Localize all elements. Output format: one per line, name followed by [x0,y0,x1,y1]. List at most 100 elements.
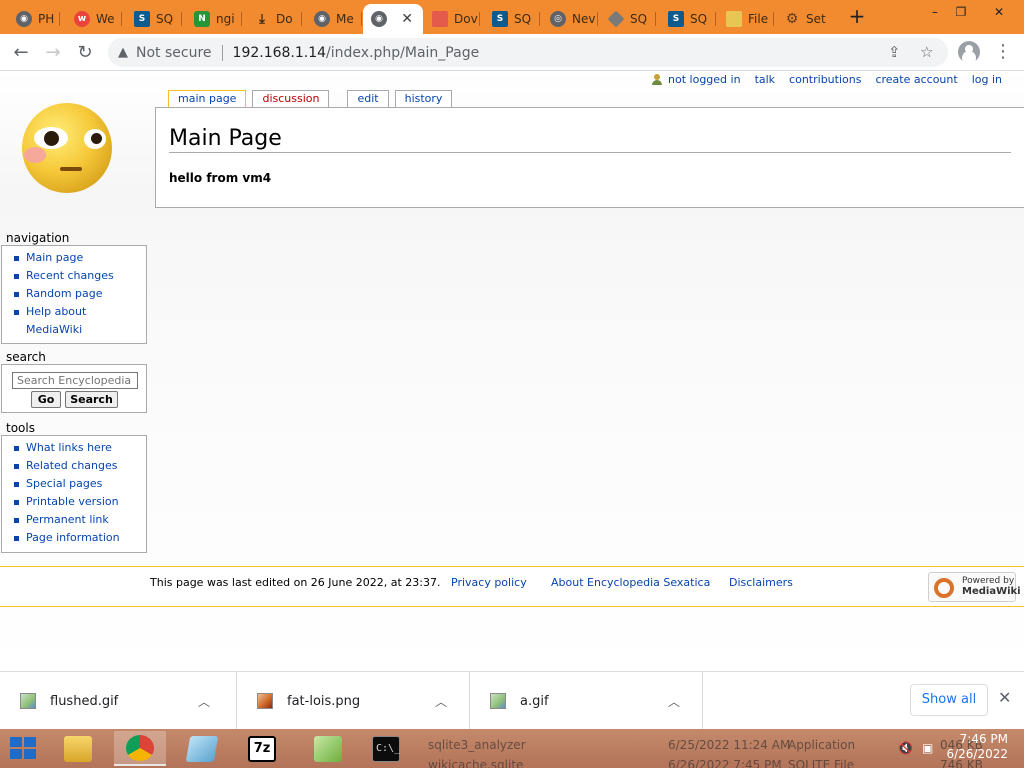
system-clock[interactable]: 7:46 PM 6/26/2022 [946,732,1008,762]
terminal-icon[interactable]: C:\_ [360,731,412,766]
tab-strip: ◉ PH w We S SQ N ngi ⤓ Do ◉ Me ◉ ✕ Dov S… [0,0,1024,34]
tab-title: ngi [216,12,235,26]
contributions-link[interactable]: contributions [789,73,861,86]
close-tab-icon[interactable]: ✕ [401,11,413,27]
browser-tab[interactable]: S SQ [484,4,540,34]
red-badge-icon: w [74,11,90,27]
privacy-policy-link[interactable]: Privacy policy [451,576,527,589]
browser-tab[interactable]: ⚙ Set [776,4,832,34]
browser-tab[interactable]: ◎ Nev [542,4,598,34]
show-all-button[interactable]: Show all [910,684,988,716]
chevron-up-icon[interactable]: ︿ [435,693,447,710]
browser-tab[interactable]: File [718,4,774,34]
globe-icon: ◉ [16,11,32,27]
tools-item-permanent-link[interactable]: Permanent link [12,511,146,529]
browser-toolbar: ← → ↻ ▲ Not secure 192.168.1.14/index.ph… [0,34,1024,71]
share-icon[interactable]: ⇪ [888,43,901,61]
download-item[interactable]: a.gif ︿ [470,672,703,730]
download-item[interactable]: flushed.gif ︿ [0,672,237,730]
browser-menu-icon[interactable]: ⋮ [994,40,1012,64]
sidebar-item-recent-changes[interactable]: Recent changes [12,267,146,285]
search-button[interactable]: Search [65,391,118,408]
address-bar[interactable]: ▲ Not secure 192.168.1.14/index.php/Main… [108,38,948,67]
tab-history[interactable]: history [394,90,453,107]
user-status-label: not logged in [668,73,741,86]
forward-button[interactable]: → [40,40,66,66]
maximize-button[interactable]: ❐ [946,2,976,22]
logo-mouth [60,167,82,171]
browser-tab[interactable]: S SQ [660,4,716,34]
browser-tab[interactable]: ◉ PH [8,4,60,34]
tools-item-printable-version[interactable]: Printable version [12,493,146,511]
powered-by-mediawiki-badge[interactable]: Powered by MediaWiki [928,572,1021,602]
chevron-up-icon[interactable]: ︿ [198,693,210,710]
disclaimers-link[interactable]: Disclaimers [729,576,793,589]
tab-title: Nev [572,12,596,26]
file-explorer-icon[interactable] [52,731,104,766]
download-item[interactable]: fat-lois.png ︿ [237,672,470,730]
tools-item-special-pages[interactable]: Special pages [12,475,146,493]
browser-tab[interactable]: S SQ [126,4,182,34]
notepad-icon[interactable] [176,731,228,766]
background-file-name: wikicache.sqlite [428,758,524,768]
chrome-taskbar-icon[interactable] [114,731,166,766]
sqlite-icon: S [668,11,684,27]
sqlite-icon: S [134,11,150,27]
sidebar-item-main-page[interactable]: Main page [12,249,146,267]
browser-tab[interactable]: ⤓ Do [246,4,302,34]
network-icon[interactable]: ▣ [922,741,936,755]
browser-tab[interactable]: Dov [424,4,480,34]
chevron-up-icon[interactable]: ︿ [668,693,680,710]
create-account-link[interactable]: create account [875,73,957,86]
windows-taskbar: 7z C:\_ sqlite3_analyzer 6/25/2022 11:24… [0,729,1024,768]
reload-button[interactable]: ↻ [72,40,98,66]
background-file-name: sqlite3_analyzer [428,738,526,752]
browser-tab[interactable]: SQ [600,4,656,34]
close-icon[interactable]: ✕ [998,688,1011,707]
clock-date: 6/26/2022 [946,747,1008,761]
tools-item-what-links-here[interactable]: What links here [12,439,146,457]
user-status[interactable]: not logged in [652,73,741,86]
tools-item-related-changes[interactable]: Related changes [12,457,146,475]
tab-edit[interactable]: edit [347,90,389,107]
background-file-date: 6/26/2022 7:45 PM [668,758,782,768]
browser-tab[interactable]: N ngi [186,4,242,34]
logo-cheek [24,147,46,163]
tab-main-page[interactable]: main page [168,90,247,107]
tab-title: Me [336,12,354,26]
tab-title: SQ [156,12,174,26]
sidebar-item-random-page[interactable]: Random page [12,285,146,303]
url-text[interactable]: 192.168.1.14/index.php/Main_Page [233,45,480,61]
bookmark-star-icon[interactable]: ☆ [920,43,933,61]
tools-item-page-information[interactable]: Page information [12,529,146,547]
sidebar-item-help[interactable]: Help about MediaWiki [12,303,92,339]
windows-start-icon[interactable] [10,737,38,761]
about-link[interactable]: About Encyclopedia Sexatica [551,576,710,589]
profile-avatar-icon[interactable] [958,41,980,63]
browser-tab[interactable]: ◉ Me [306,4,362,34]
last-modified-text: This page was last edited on 26 June 202… [150,576,441,589]
browser-tab-active[interactable]: ◉ ✕ [363,4,423,34]
notepad-plus-plus-icon[interactable] [302,731,354,766]
volume-muted-icon[interactable]: 🔇 [898,741,913,755]
tab-title: Dov [454,12,478,26]
personal-tools: not logged in talk contributions create … [652,73,1002,86]
browser-tab[interactable]: w We [66,4,122,34]
image-file-icon [257,693,273,709]
site-logo[interactable] [22,103,112,193]
tools-heading: tools [6,421,35,435]
log-in-link[interactable]: log in [972,73,1002,86]
7zip-icon[interactable]: 7z [236,731,288,766]
tab-discussion[interactable]: discussion [252,90,330,107]
new-tab-button[interactable]: + [846,6,868,28]
clock-time: 7:46 PM [959,732,1008,746]
close-window-button[interactable]: ✕ [984,2,1014,22]
talk-link[interactable]: talk [755,73,775,86]
search-portlet: Go Search [1,364,147,413]
folder-icon [726,11,742,27]
logo-eye [34,127,68,149]
background-file-type: SQLITE File [788,758,855,768]
back-button[interactable]: ← [8,40,34,66]
go-button[interactable]: Go [31,391,61,408]
search-input[interactable] [12,372,138,389]
